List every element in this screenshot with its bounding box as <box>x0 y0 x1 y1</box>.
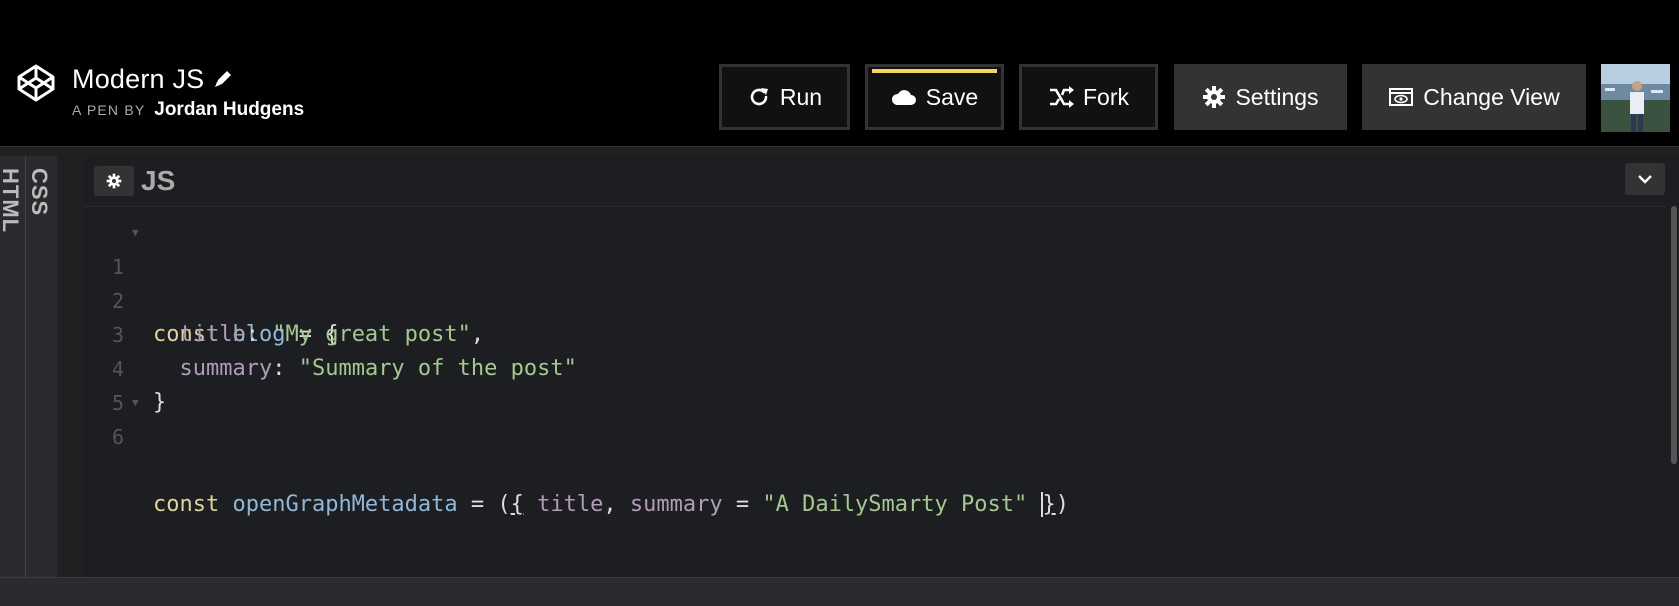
code-token: openGraphMetadata <box>219 492 458 517</box>
author-link[interactable]: Jordan Hudgens <box>154 99 304 120</box>
avatar[interactable] <box>1601 64 1670 132</box>
tab-css[interactable]: CSS <box>26 168 52 216</box>
settings-label: Settings <box>1235 83 1319 110</box>
pen-title[interactable]: Modern JS <box>72 62 204 96</box>
code-line: 4 } <box>84 318 1649 415</box>
save-button[interactable]: Save <box>865 64 1004 130</box>
editor-scrollbar[interactable] <box>1665 206 1679 577</box>
side-tabs: HTML CSS <box>0 156 57 577</box>
side-tab-divider <box>25 156 26 577</box>
code-token: ) <box>1055 492 1069 517</box>
js-editor[interactable]: JS 1 ▼ const blog = { 2 title: "My great… <box>84 156 1679 577</box>
pen-title-block: Modern JS A PEN BY Jordan Hudgens <box>72 62 304 121</box>
code-token: , <box>603 492 630 517</box>
code-token: "A DailySmarty Post" <box>762 492 1028 517</box>
pencil-icon[interactable] <box>212 68 234 90</box>
avatar-photo <box>1601 64 1670 132</box>
chevron-down-icon <box>1638 175 1652 184</box>
code-line: 3 summary: "Summary of the post" <box>84 284 1649 381</box>
run-label: Run <box>779 83 823 110</box>
text-cursor: } <box>1040 492 1056 517</box>
code-line: 2 title: "My great post", <box>84 250 1649 347</box>
refresh-icon <box>750 88 768 106</box>
run-button[interactable]: Run <box>719 64 850 130</box>
editor-resize-handle[interactable] <box>57 156 84 577</box>
gear-icon <box>106 173 122 189</box>
change-view-button[interactable]: Change View <box>1362 64 1586 130</box>
fold-arrow-icon[interactable]: ▼ <box>132 216 139 250</box>
line-number: 6 <box>111 425 124 449</box>
code-token: = ( <box>457 492 511 517</box>
view-icon <box>1389 88 1414 106</box>
code-token: title <box>523 492 604 517</box>
code-area[interactable]: 1 ▼ const blog = { 2 title: "My great po… <box>84 216 1649 536</box>
fork-icon <box>1050 86 1074 108</box>
code-token: = <box>722 492 763 517</box>
header: Modern JS A PEN BY Jordan Hudgens Run Sa… <box>0 0 1679 146</box>
code-token: const <box>153 492 220 517</box>
byline: A PEN BY Jordan Hudgens <box>72 99 304 121</box>
scrollbar-thumb[interactable] <box>1671 206 1677 464</box>
code-line: 6 ▼ const openGraphMetadata = ({ title, … <box>84 386 1649 517</box>
fold-arrow-icon[interactable]: ▼ <box>132 386 139 420</box>
cloud-icon <box>891 90 916 105</box>
editor-collapse-button[interactable] <box>1625 163 1665 195</box>
fork-label: Fork <box>1083 83 1129 110</box>
code-token: { <box>510 492 524 517</box>
fork-button[interactable]: Fork <box>1019 64 1158 130</box>
code-line: 5 <box>84 352 1649 415</box>
code-line: 1 ▼ const blog = { <box>84 216 1649 347</box>
code-token: summary <box>629 492 723 517</box>
editor-header: JS <box>84 156 1679 207</box>
gear-icon <box>1203 86 1226 108</box>
byline-prefix: A PEN BY <box>72 102 146 118</box>
save-label: Save <box>925 83 979 110</box>
change-view-label: Change View <box>1423 83 1560 110</box>
editor-label: JS <box>141 165 176 196</box>
tab-html[interactable]: HTML <box>0 168 23 233</box>
editor-settings-button[interactable] <box>94 166 134 196</box>
settings-button[interactable]: Settings <box>1174 64 1347 130</box>
codepen-logo-icon[interactable] <box>16 63 56 103</box>
footer-bar <box>0 577 1679 606</box>
